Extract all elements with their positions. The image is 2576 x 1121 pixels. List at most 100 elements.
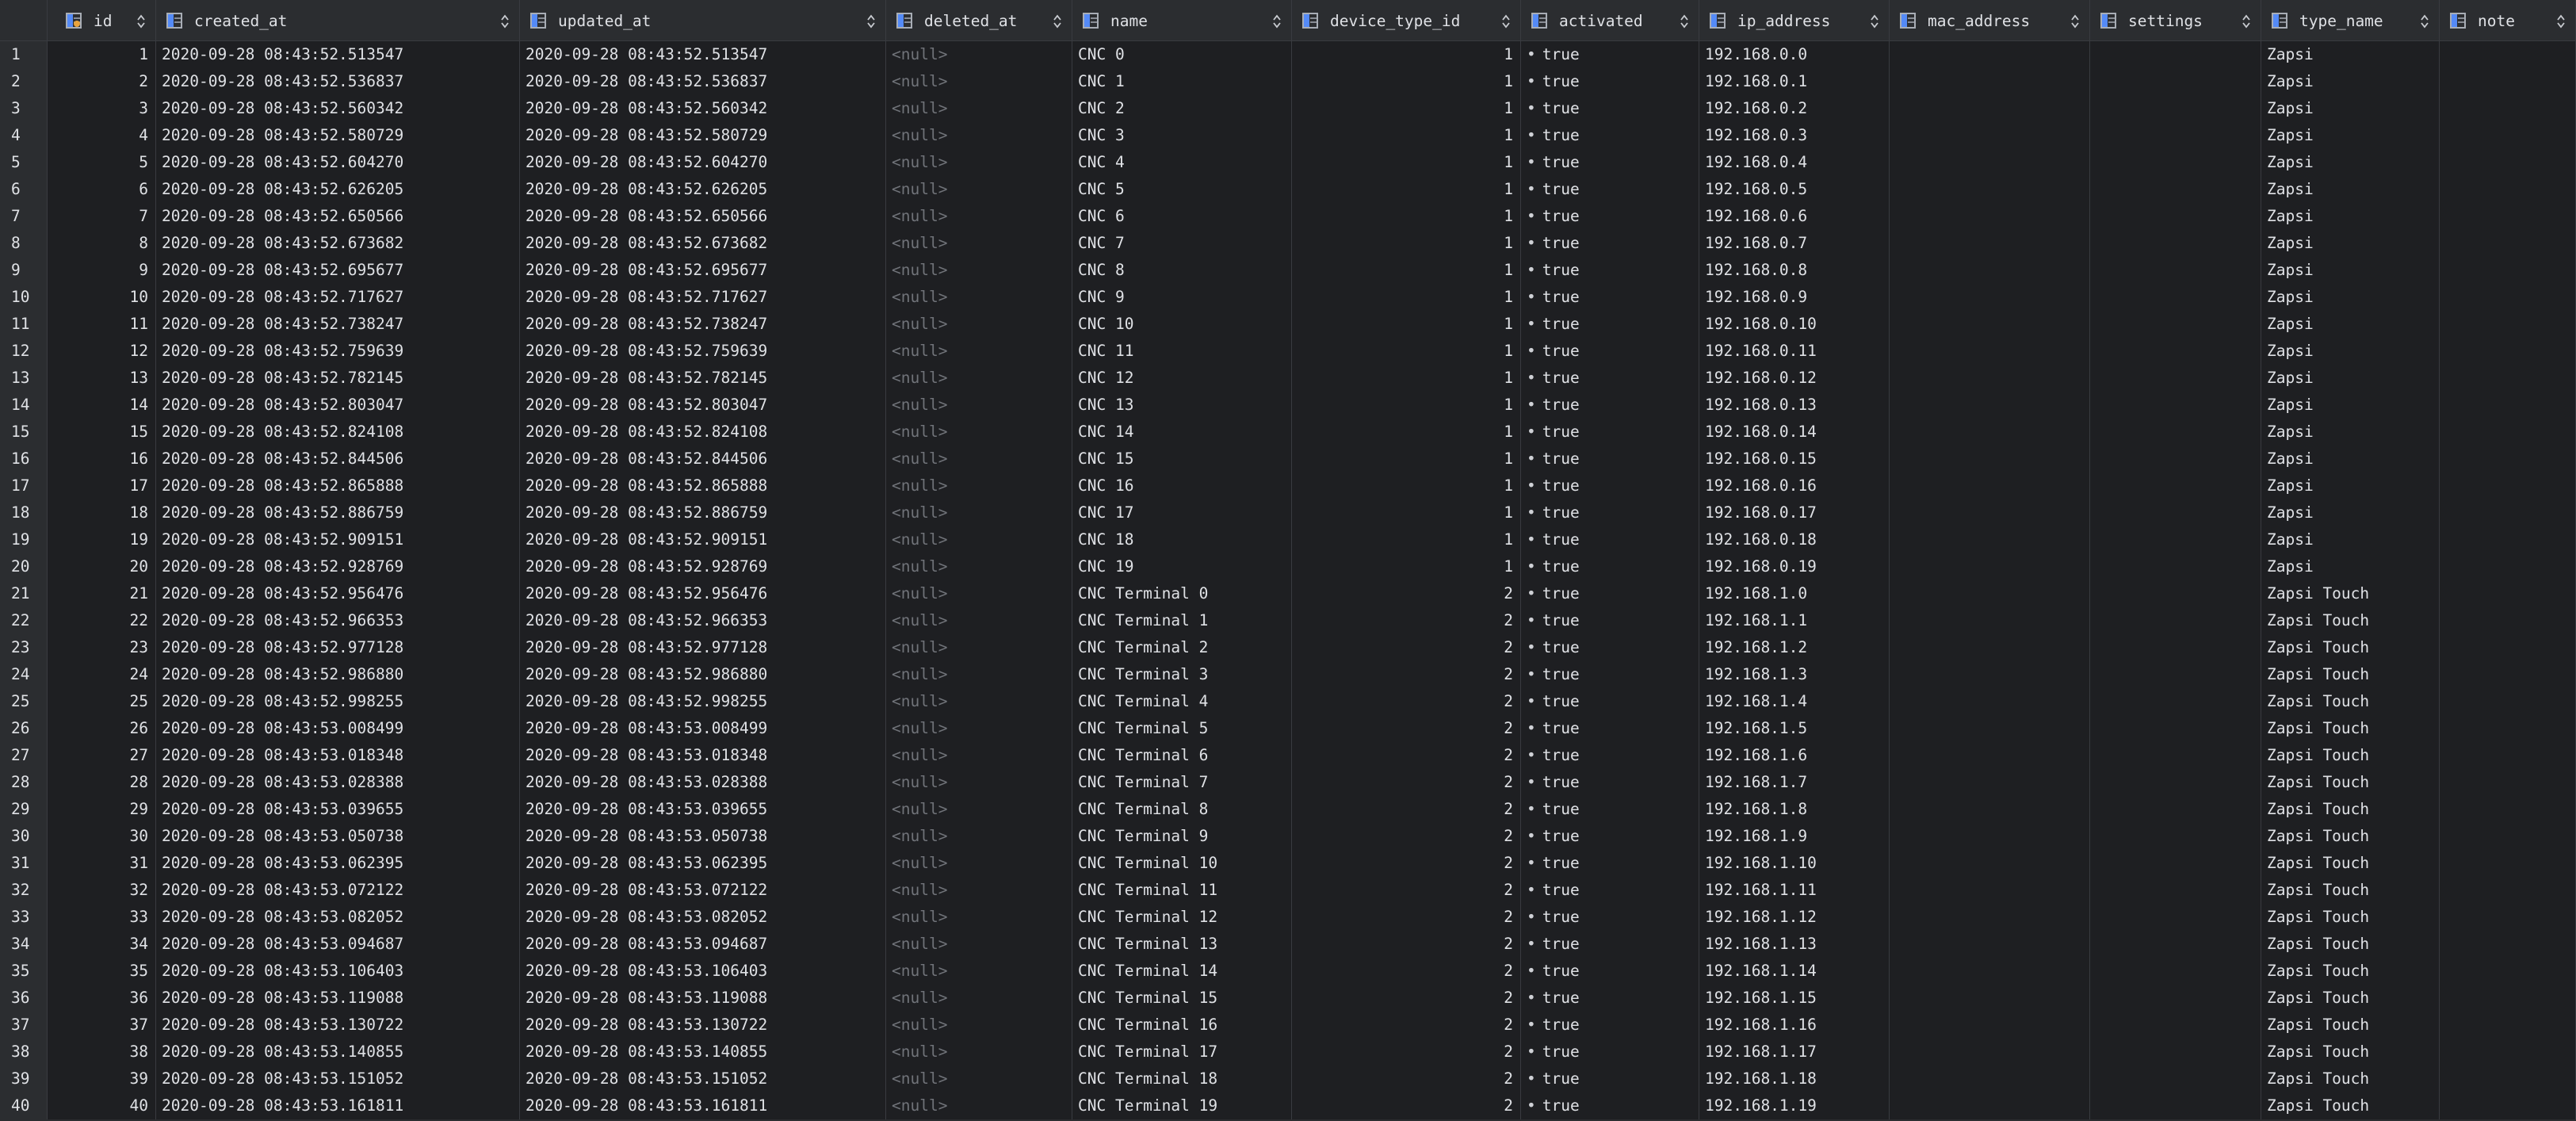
cell-id[interactable]: 6 xyxy=(48,176,156,203)
cell-name[interactable]: CNC Terminal 10 xyxy=(1072,850,1292,877)
cell-name[interactable]: CNC 4 xyxy=(1072,149,1292,176)
grid-body[interactable]: 1 1 2020-09-28 08:43:52.513547 2020-09-28 0… xyxy=(0,41,2576,1119)
cell-created-at[interactable]: 2020-09-28 08:43:52.604270 xyxy=(156,149,520,176)
column-header-id[interactable]: id xyxy=(48,0,156,41)
row-number[interactable]: 31 xyxy=(0,850,48,877)
cell-note[interactable] xyxy=(2440,499,2576,526)
cell-device-type-id[interactable]: 1 xyxy=(1292,553,1521,580)
cell-id[interactable]: 34 xyxy=(48,931,156,958)
column-header-updated-at[interactable]: updated_at xyxy=(520,0,886,41)
cell-settings[interactable] xyxy=(2090,634,2261,661)
cell-type-name[interactable]: Zapsi Touch xyxy=(2261,877,2440,904)
cell-settings[interactable] xyxy=(2090,257,2261,284)
cell-settings[interactable] xyxy=(2090,203,2261,230)
cell-ip-address[interactable]: 192.168.0.12 xyxy=(1699,365,1890,392)
sort-arrows-icon[interactable] xyxy=(2070,13,2080,29)
table-row[interactable]: 27 27 2020-09-28 08:43:53.018348 2020-09-28… xyxy=(0,742,2576,769)
cell-settings[interactable] xyxy=(2090,149,2261,176)
cell-created-at[interactable]: 2020-09-28 08:43:53.072122 xyxy=(156,877,520,904)
cell-updated-at[interactable]: 2020-09-28 08:43:52.928769 xyxy=(520,553,886,580)
cell-mac-address[interactable] xyxy=(1890,365,2090,392)
cell-ip-address[interactable]: 192.168.0.6 xyxy=(1699,203,1890,230)
cell-updated-at[interactable]: 2020-09-28 08:43:52.977128 xyxy=(520,634,886,661)
cell-updated-at[interactable]: 2020-09-28 08:43:52.986880 xyxy=(520,661,886,688)
cell-activated[interactable]: • true xyxy=(1521,661,1699,688)
cell-ip-address[interactable]: 192.168.0.4 xyxy=(1699,149,1890,176)
cell-type-name[interactable]: Zapsi xyxy=(2261,257,2440,284)
cell-activated[interactable]: • true xyxy=(1521,203,1699,230)
cell-name[interactable]: CNC 6 xyxy=(1072,203,1292,230)
cell-mac-address[interactable] xyxy=(1890,122,2090,149)
cell-settings[interactable] xyxy=(2090,499,2261,526)
cell-activated[interactable]: • true xyxy=(1521,419,1699,446)
row-number[interactable]: 20 xyxy=(0,553,48,580)
cell-settings[interactable] xyxy=(2090,769,2261,796)
table-row[interactable]: 25 25 2020-09-28 08:43:52.998255 2020-09-28… xyxy=(0,688,2576,715)
cell-note[interactable] xyxy=(2440,230,2576,257)
table-row[interactable]: 10 10 2020-09-28 08:43:52.717627 2020-09-28… xyxy=(0,284,2576,311)
cell-note[interactable] xyxy=(2440,1066,2576,1092)
sort-arrows-icon[interactable] xyxy=(2242,13,2251,29)
table-row[interactable]: 29 29 2020-09-28 08:43:53.039655 2020-09-28… xyxy=(0,796,2576,823)
cell-name[interactable]: CNC 16 xyxy=(1072,473,1292,499)
cell-mac-address[interactable] xyxy=(1890,904,2090,931)
table-row[interactable]: 19 19 2020-09-28 08:43:52.909151 2020-09-28… xyxy=(0,526,2576,553)
row-number[interactable]: 5 xyxy=(0,149,48,176)
cell-note[interactable] xyxy=(2440,526,2576,553)
table-row[interactable]: 34 34 2020-09-28 08:43:53.094687 2020-09-28… xyxy=(0,931,2576,958)
column-header-device-type-id[interactable]: device_type_id xyxy=(1292,0,1521,41)
table-row[interactable]: 26 26 2020-09-28 08:43:53.008499 2020-09-28… xyxy=(0,715,2576,742)
cell-deleted-at[interactable]: <null> xyxy=(886,499,1072,526)
cell-type-name[interactable]: Zapsi xyxy=(2261,553,2440,580)
cell-created-at[interactable]: 2020-09-28 08:43:53.130722 xyxy=(156,1012,520,1039)
cell-updated-at[interactable]: 2020-09-28 08:43:52.886759 xyxy=(520,499,886,526)
cell-name[interactable]: CNC 14 xyxy=(1072,419,1292,446)
cell-deleted-at[interactable]: <null> xyxy=(886,365,1072,392)
cell-created-at[interactable]: 2020-09-28 08:43:52.977128 xyxy=(156,634,520,661)
cell-settings[interactable] xyxy=(2090,473,2261,499)
row-number[interactable]: 2 xyxy=(0,68,48,95)
cell-name[interactable]: CNC Terminal 2 xyxy=(1072,634,1292,661)
cell-updated-at[interactable]: 2020-09-28 08:43:53.008499 xyxy=(520,715,886,742)
cell-updated-at[interactable]: 2020-09-28 08:43:52.956476 xyxy=(520,580,886,607)
cell-device-type-id[interactable]: 2 xyxy=(1292,1039,1521,1066)
cell-id[interactable]: 22 xyxy=(48,607,156,634)
cell-activated[interactable]: • true xyxy=(1521,958,1699,985)
cell-name[interactable]: CNC 8 xyxy=(1072,257,1292,284)
cell-deleted-at[interactable]: <null> xyxy=(886,580,1072,607)
cell-id[interactable]: 35 xyxy=(48,958,156,985)
cell-settings[interactable] xyxy=(2090,1066,2261,1092)
cell-deleted-at[interactable]: <null> xyxy=(886,419,1072,446)
cell-activated[interactable]: • true xyxy=(1521,68,1699,95)
cell-updated-at[interactable]: 2020-09-28 08:43:52.717627 xyxy=(520,284,886,311)
cell-updated-at[interactable]: 2020-09-28 08:43:53.119088 xyxy=(520,985,886,1012)
cell-mac-address[interactable] xyxy=(1890,931,2090,958)
cell-ip-address[interactable]: 192.168.0.3 xyxy=(1699,122,1890,149)
cell-device-type-id[interactable]: 1 xyxy=(1292,499,1521,526)
cell-settings[interactable] xyxy=(2090,338,2261,365)
cell-ip-address[interactable]: 192.168.1.9 xyxy=(1699,823,1890,850)
cell-mac-address[interactable] xyxy=(1890,634,2090,661)
row-number[interactable]: 33 xyxy=(0,904,48,931)
cell-note[interactable] xyxy=(2440,580,2576,607)
cell-deleted-at[interactable]: <null> xyxy=(886,473,1072,499)
cell-deleted-at[interactable]: <null> xyxy=(886,877,1072,904)
cell-created-at[interactable]: 2020-09-28 08:43:52.759639 xyxy=(156,338,520,365)
cell-activated[interactable]: • true xyxy=(1521,823,1699,850)
cell-ip-address[interactable]: 192.168.1.4 xyxy=(1699,688,1890,715)
cell-device-type-id[interactable]: 2 xyxy=(1292,985,1521,1012)
cell-updated-at[interactable]: 2020-09-28 08:43:53.039655 xyxy=(520,796,886,823)
row-number[interactable]: 21 xyxy=(0,580,48,607)
cell-ip-address[interactable]: 192.168.0.0 xyxy=(1699,41,1890,68)
row-number[interactable]: 10 xyxy=(0,284,48,311)
cell-deleted-at[interactable]: <null> xyxy=(886,634,1072,661)
cell-deleted-at[interactable]: <null> xyxy=(886,41,1072,68)
cell-name[interactable]: CNC Terminal 17 xyxy=(1072,1039,1292,1066)
cell-updated-at[interactable]: 2020-09-28 08:43:52.695677 xyxy=(520,257,886,284)
cell-settings[interactable] xyxy=(2090,230,2261,257)
cell-activated[interactable]: • true xyxy=(1521,473,1699,499)
cell-ip-address[interactable]: 192.168.0.18 xyxy=(1699,526,1890,553)
cell-type-name[interactable]: Zapsi Touch xyxy=(2261,607,2440,634)
cell-ip-address[interactable]: 192.168.1.1 xyxy=(1699,607,1890,634)
cell-activated[interactable]: • true xyxy=(1521,904,1699,931)
